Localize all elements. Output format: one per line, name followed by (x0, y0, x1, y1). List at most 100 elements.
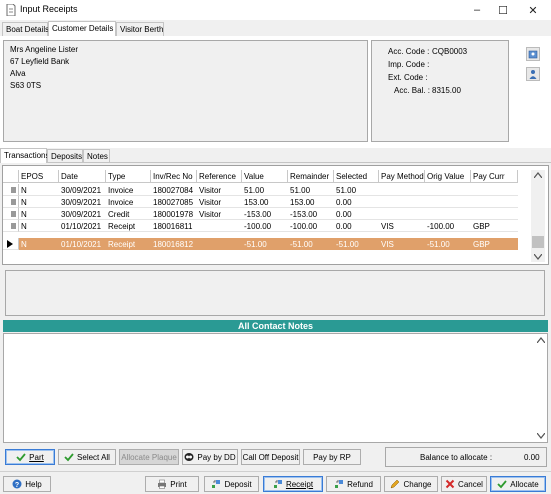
cell-epos: N (19, 184, 59, 196)
cell-inv-rec-no: 180016811 (151, 220, 197, 232)
column-header[interactable]: Type (106, 170, 151, 183)
subtab-strip-line (0, 162, 551, 163)
allocate-plaque-button[interactable]: Allocate Plaque (119, 449, 179, 465)
cell-pay-method: VIS (379, 220, 425, 232)
scroll-thumb[interactable] (532, 236, 544, 248)
cell-orig-value (425, 184, 471, 196)
notes-scroll-up-icon[interactable] (537, 337, 545, 343)
change-label: Change (403, 479, 432, 489)
receipt-icon (273, 480, 282, 488)
tab-customer-details[interactable]: Customer Details (48, 21, 116, 36)
deposit-button[interactable]: Deposit (204, 476, 259, 492)
refund-label: Refund (347, 479, 373, 489)
cancel-label: Cancel (458, 479, 483, 489)
change-button[interactable]: Change (384, 476, 438, 492)
window-title: Input Receipts (20, 4, 78, 14)
cancel-button[interactable]: Cancel (441, 476, 487, 492)
cell-date: 01/10/2021 (59, 220, 106, 232)
cell-pay-method (379, 196, 425, 208)
column-header[interactable]: Inv/Rec No (151, 170, 197, 183)
row-header[interactable] (3, 238, 19, 250)
deposit-label: Deposit (224, 479, 252, 489)
cell-value: -51.00 (242, 238, 288, 250)
table-row[interactable]: N 01/10/2021 Receipt 180016811 -100.00 -… (3, 220, 531, 232)
column-header[interactable]: Selected (334, 170, 379, 183)
cell-date: 30/09/2021 (59, 184, 106, 196)
current-row-arrow-icon (7, 240, 13, 248)
allocate-plaque-label: Allocate Plaque (121, 452, 177, 462)
row-header[interactable] (3, 220, 19, 232)
column-header[interactable]: Date (59, 170, 106, 183)
table-row[interactable]: N 30/09/2021 Invoice 180027085 Visitor 1… (3, 196, 531, 208)
print-button[interactable]: Print (145, 476, 199, 492)
balance-value: 0.00 (524, 453, 540, 462)
row-header[interactable] (3, 208, 19, 220)
pay-by-dd-button[interactable]: Pay by DD (182, 449, 238, 465)
cell-date: 01/10/2021 (59, 238, 106, 250)
column-header[interactable]: Pay Method (379, 170, 425, 183)
tab-notes[interactable]: Notes (83, 149, 110, 162)
cell-orig-value (425, 196, 471, 208)
table-row[interactable]: N 30/09/2021 Invoice 180027084 Visitor 5… (3, 184, 531, 196)
column-header[interactable]: Pay Curr (471, 170, 518, 183)
cell-orig-value: -100.00 (425, 220, 471, 232)
contact-card-button[interactable] (526, 47, 540, 61)
contact-notes-header: All Contact Notes (3, 320, 548, 332)
acc-code-label: Acc. Code : (388, 47, 430, 56)
cell-reference: Visitor (197, 196, 242, 208)
cell-inv-rec-no: 180001978 (151, 208, 197, 220)
refund-button[interactable]: Refund (326, 476, 381, 492)
column-header[interactable]: Value (242, 170, 288, 183)
cell-type: Invoice (106, 196, 151, 208)
close-button[interactable]: ✕ (518, 0, 548, 20)
cell-type: Receipt (106, 238, 151, 250)
column-header[interactable]: Orig Value (425, 170, 471, 183)
table-row[interactable]: N 30/09/2021 Credit 180001978 Visitor -1… (3, 208, 531, 220)
column-header[interactable]: EPOS (19, 170, 59, 183)
contact-notes-area[interactable] (3, 333, 548, 443)
cell-value: -153.00 (242, 208, 288, 220)
maximize-button[interactable]: ☐ (488, 0, 518, 20)
contact-card-icon (528, 50, 538, 59)
balance-label: Balance to allocate : (420, 453, 493, 462)
column-header[interactable]: Reference (197, 170, 242, 183)
cell-pay-curr: GBP (471, 220, 518, 232)
cell-pay-curr (471, 196, 518, 208)
part-label: Part (29, 452, 44, 462)
row-header[interactable] (3, 196, 19, 208)
table-row-selected[interactable]: N 01/10/2021 Receipt 180016812 -51.00 -5… (3, 238, 531, 250)
acc-bal-value: 8315.00 (432, 86, 461, 95)
tab-visitor-berth[interactable]: Visitor Berth (116, 22, 164, 36)
cell-inv-rec-no: 180016812 (151, 238, 197, 250)
deposit-icon (212, 480, 221, 488)
cell-pay-method (379, 184, 425, 196)
receipt-button[interactable]: Receipt (263, 476, 323, 492)
tab-transactions[interactable]: Transactions (0, 148, 50, 163)
part-button[interactable]: Part (5, 449, 55, 465)
cell-epos: N (19, 220, 59, 232)
call-off-deposit-button[interactable]: Call Off Deposit (241, 449, 300, 465)
scroll-up-icon[interactable] (534, 172, 542, 178)
row-header[interactable] (3, 184, 19, 196)
cell-pay-curr (471, 184, 518, 196)
call-off-deposit-label: Call Off Deposit (242, 452, 299, 462)
tab-boat-details[interactable]: Boat Details (2, 22, 49, 36)
check-icon (16, 453, 26, 462)
select-all-button[interactable]: Select All (58, 449, 116, 465)
allocate-button[interactable]: Allocate (490, 476, 546, 492)
column-header[interactable]: Remainder (288, 170, 334, 183)
grid-vertical-scrollbar[interactable] (531, 170, 545, 262)
notes-scroll-down-icon[interactable] (537, 433, 545, 439)
tab-deposits[interactable]: Deposits (47, 149, 83, 162)
cell-pay-method (379, 208, 425, 220)
scroll-down-icon[interactable] (534, 254, 542, 260)
cell-value: 51.00 (242, 184, 288, 196)
help-button[interactable]: ? Help (3, 476, 51, 492)
cancel-x-icon (445, 479, 455, 489)
app-document-icon (6, 4, 16, 16)
address-line: 67 Leyfield Bank (10, 57, 70, 66)
pay-by-rp-button[interactable]: Pay by RP (303, 449, 361, 465)
cell-type: Receipt (106, 220, 151, 232)
customer-person-button[interactable] (526, 67, 540, 81)
cell-remainder: -51.00 (288, 238, 334, 250)
